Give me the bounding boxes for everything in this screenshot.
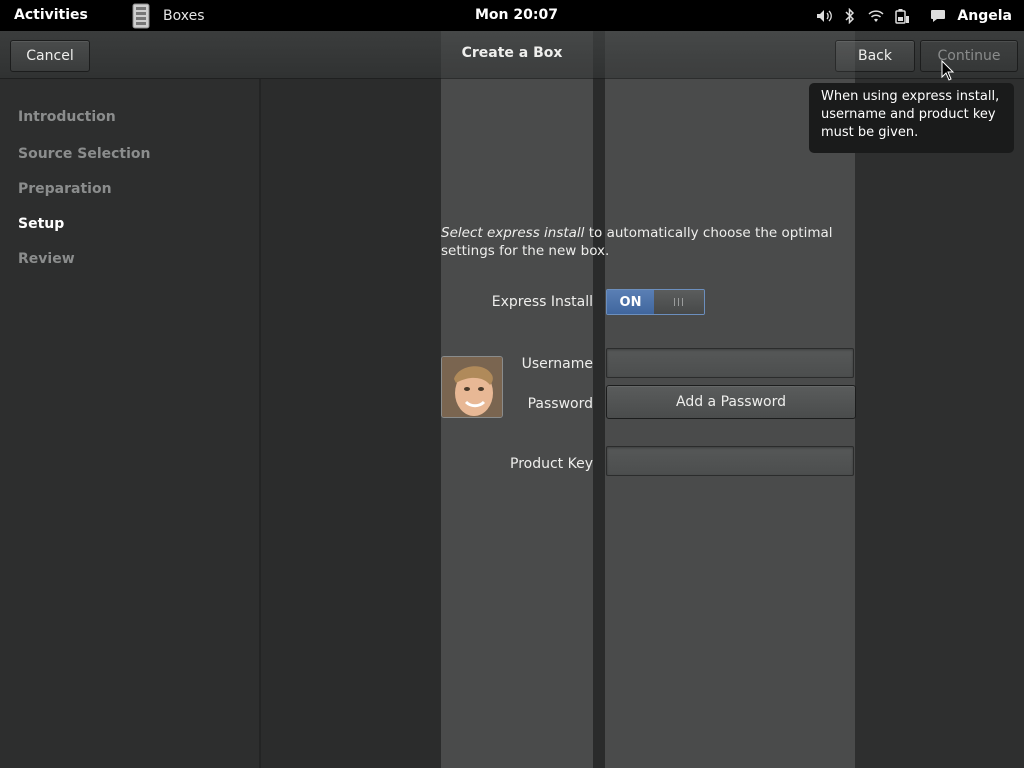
product-key-input[interactable] (606, 446, 854, 476)
toggle-on-label: ON (607, 290, 654, 314)
header-highlight-left (441, 31, 593, 79)
toggle-knob[interactable] (654, 290, 704, 314)
username-input[interactable] (606, 348, 854, 378)
form-label-column (441, 79, 593, 768)
express-install-toggle[interactable]: ON (606, 289, 705, 315)
column-divider (593, 79, 605, 768)
content-margin (855, 79, 1024, 768)
activities-button[interactable]: Activities (14, 7, 88, 23)
continue-tooltip: When using express install, username and… (809, 83, 1014, 153)
chat-icon[interactable] (925, 6, 951, 26)
continue-button[interactable]: Continue (920, 40, 1018, 72)
username-label: Username (521, 356, 593, 372)
app-menu[interactable]: Boxes (128, 2, 205, 29)
wifi-icon[interactable] (863, 6, 889, 26)
content-area (261, 79, 1024, 768)
sidebar-step-review: Review (18, 251, 75, 267)
mouse-cursor-icon (941, 59, 955, 85)
sidebar-step-introduction: Introduction (18, 109, 116, 125)
express-install-description: Select express install to automatically … (441, 224, 861, 260)
product-key-label: Product Key (510, 456, 593, 472)
bluetooth-icon[interactable] (837, 6, 863, 26)
app-name: Boxes (163, 7, 205, 24)
user-menu[interactable]: Angela (957, 8, 1012, 24)
sidebar: Introduction Source Selection Preparatio… (0, 79, 261, 768)
volume-icon[interactable] (811, 6, 837, 26)
avatar[interactable] (441, 356, 503, 418)
password-label: Password (527, 396, 593, 412)
description-emphasis: Select express install (441, 225, 585, 241)
express-install-label: Express Install (491, 294, 593, 310)
sidebar-step-source-selection: Source Selection (18, 146, 151, 162)
sidebar-step-setup: Setup (18, 216, 65, 232)
top-bar: Activities Boxes Mon 20:07 Angela (0, 0, 1024, 31)
boxes-app-icon (128, 3, 154, 29)
status-area: Angela (811, 0, 1024, 31)
header-highlight-right (605, 31, 855, 79)
clock[interactable]: Mon 20:07 (475, 7, 558, 23)
sidebar-step-preparation: Preparation (18, 181, 112, 197)
battery-icon[interactable] (889, 6, 915, 26)
form-field-column (605, 79, 855, 768)
cancel-button[interactable]: Cancel (10, 40, 90, 72)
add-password-button[interactable]: Add a Password (606, 385, 856, 419)
